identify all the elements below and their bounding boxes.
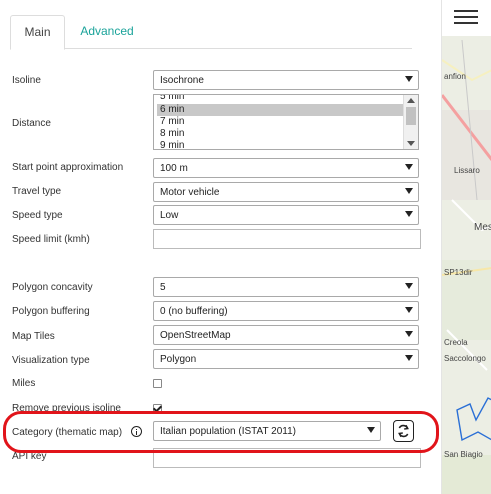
scroll-down-icon[interactable]: [407, 141, 415, 146]
speed-type-select[interactable]: Low: [153, 205, 419, 225]
chevron-down-icon: [405, 76, 413, 82]
map-view[interactable]: anfion Lissaro Mes SP13dir Creola Saccol…: [441, 0, 491, 494]
distance-label: Distance: [12, 118, 51, 129]
distance-option-selected[interactable]: 6 min: [157, 104, 404, 116]
remove-previous-checkbox[interactable]: [153, 404, 162, 413]
speed-limit-label: Speed limit (kmh): [12, 234, 90, 245]
visualization-type-select[interactable]: Polygon: [153, 349, 419, 369]
chevron-down-icon: [405, 164, 413, 170]
start-point-value: 100 m: [160, 163, 188, 174]
scrollbar-thumb[interactable]: [406, 107, 416, 125]
map-label: SP13dir: [444, 268, 473, 277]
polygon-buffering-select[interactable]: 0 (no buffering): [153, 301, 419, 321]
map-label: Lissaro: [454, 166, 480, 175]
api-key-label: API key: [12, 451, 47, 462]
category-value: Italian population (ISTAT 2011): [160, 426, 297, 437]
distance-option[interactable]: 7 min: [157, 116, 404, 128]
tab-advanced[interactable]: Advanced: [77, 15, 137, 48]
category-label: Category (thematic map): [12, 427, 123, 438]
tab-main[interactable]: Main: [10, 15, 65, 50]
isoline-label: Isoline: [12, 75, 41, 86]
polygon-concavity-value: 5: [160, 282, 166, 293]
settings-panel: Main Advanced Isoline Isochrone Distance…: [0, 0, 440, 494]
polygon-buffering-value: 0 (no buffering): [160, 306, 228, 317]
start-point-label: Start point approximation: [12, 162, 124, 173]
visualization-type-value: Polygon: [160, 354, 197, 365]
chevron-down-icon: [367, 427, 375, 433]
distance-option[interactable]: 8 min: [157, 128, 404, 140]
distance-option[interactable]: 9 min: [157, 140, 404, 149]
miles-label: Miles: [12, 378, 36, 389]
chevron-down-icon: [405, 307, 413, 313]
info-icon[interactable]: [131, 426, 142, 437]
speed-limit-input[interactable]: [153, 229, 421, 249]
travel-type-select[interactable]: Motor vehicle: [153, 182, 419, 202]
chevron-down-icon: [405, 331, 413, 337]
distance-scrollbar[interactable]: [403, 95, 418, 149]
isoline-value: Isochrone: [160, 75, 204, 86]
map-toolbar: [442, 0, 491, 36]
refresh-button[interactable]: [393, 420, 414, 442]
chevron-down-icon: [405, 211, 413, 217]
isoline-select[interactable]: Isochrone: [153, 70, 419, 90]
distance-option[interactable]: 5 min: [157, 95, 404, 103]
chevron-down-icon: [405, 188, 413, 194]
polygon-concavity-label: Polygon concavity: [12, 282, 93, 293]
api-key-input[interactable]: [153, 448, 421, 468]
travel-type-value: Motor vehicle: [160, 187, 220, 198]
miles-checkbox[interactable]: [153, 379, 162, 388]
speed-type-value: Low: [160, 210, 179, 221]
map-tiles-select[interactable]: OpenStreetMap: [153, 325, 419, 345]
scroll-up-icon[interactable]: [407, 98, 415, 103]
category-select[interactable]: Italian population (ISTAT 2011): [153, 421, 381, 441]
distance-listbox[interactable]: 5 min 6 min 7 min 8 min 9 min: [153, 94, 419, 150]
map-tiles-value: OpenStreetMap: [160, 330, 231, 341]
visualization-type-label: Visualization type: [12, 355, 90, 366]
start-point-select[interactable]: 100 m: [153, 158, 419, 178]
map-label: San Biagio: [444, 450, 483, 459]
refresh-icon: [398, 424, 409, 438]
map-label: Saccolongo: [444, 354, 486, 363]
speed-type-label: Speed type: [12, 210, 63, 221]
map-label: Mes: [474, 222, 491, 233]
tab-bar: Main Advanced: [10, 15, 412, 50]
chevron-down-icon: [405, 283, 413, 289]
travel-type-label: Travel type: [12, 186, 62, 197]
map-label: Creola: [444, 338, 468, 347]
chevron-down-icon: [405, 355, 413, 361]
polygon-concavity-select[interactable]: 5: [153, 277, 419, 297]
map-tiles-label: Map Tiles: [12, 331, 55, 342]
remove-previous-label: Remove previous isoline: [12, 403, 121, 414]
hamburger-menu-icon[interactable]: [454, 10, 478, 26]
polygon-buffering-label: Polygon buffering: [12, 306, 90, 317]
map-label: anfion: [444, 72, 466, 81]
